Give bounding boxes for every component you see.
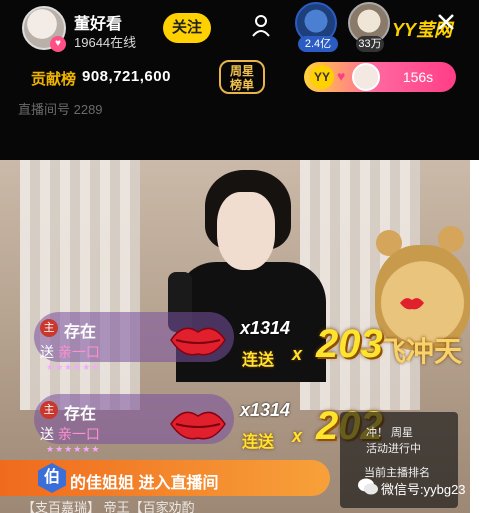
live-room-screen: ♥ 董好看 19644在线 关注 2.4亿 33万 YY莹网 贡献榜 908,7…	[0, 0, 479, 513]
combo-multiplier: x	[292, 426, 303, 446]
gift-item-name: 亲一口	[57, 344, 100, 360]
lips-gift-icon	[170, 327, 226, 356]
pk-opponent-avatar[interactable]	[352, 63, 380, 91]
lips-gift-icon	[170, 411, 226, 440]
contribution-rank-label[interactable]: 贡献榜	[31, 68, 76, 89]
room-id: 直播间号 2289	[18, 102, 103, 117]
host-badge: 主	[40, 401, 58, 419]
weekly-star-sub: 榜单	[229, 78, 254, 92]
weekly-star-label: 周星	[229, 64, 254, 78]
pk-timer: 156s	[402, 69, 434, 85]
gift-give-prefix: 送	[40, 344, 54, 360]
gift-give-prefix: 送	[40, 426, 54, 442]
follow-button[interactable]: 关注	[163, 13, 211, 43]
pk-yy-badge: YY	[310, 65, 334, 89]
streamer-face	[217, 192, 275, 270]
combo-label: 连送	[242, 352, 275, 369]
contribution-rank-value: 908,721,600	[82, 68, 171, 85]
gift-sender-name: 存在	[64, 406, 97, 423]
heart-icon: ♥	[50, 36, 66, 52]
gift-sender-name: 存在	[64, 324, 97, 341]
heart-icon: ♥	[337, 68, 346, 84]
gift-level-stars: ★★★★★★	[46, 362, 101, 372]
lips-icon	[400, 298, 424, 310]
gift-count: x1314	[240, 318, 291, 338]
gift-level-stars: ★★★★★★	[46, 444, 101, 454]
gift-item-name: 亲一口	[57, 426, 100, 442]
fan-count-badge: 33万	[356, 36, 384, 52]
link-mic-icon[interactable]	[247, 12, 275, 40]
host-badge: 主	[40, 319, 58, 337]
gift-description: 送 亲一口	[40, 424, 100, 444]
weekly-star-button[interactable]: 周星 榜单	[219, 60, 265, 94]
bottom-chat-text: 【支百嘉瑞】 帝王【百家劝酌	[22, 500, 195, 513]
enter-room-text: 的佳姐姐 进入直播间	[70, 475, 219, 492]
activity-line: 活动进行中	[366, 443, 421, 455]
gift-count: x1314	[240, 400, 291, 420]
close-icon[interactable]	[436, 12, 456, 32]
combo-label: 连送	[242, 434, 275, 451]
activity-line: 冲！ 周星	[366, 427, 414, 439]
streamer-name: 董好看	[74, 16, 123, 33]
wechat-icon	[358, 478, 378, 495]
fan-count-badge: 2.4亿	[298, 36, 338, 52]
combo-number: 203	[316, 322, 383, 366]
watermark-text: 微信号:yybg23	[381, 482, 466, 497]
online-count: 19644在线	[74, 35, 137, 50]
combo-multiplier: x	[292, 344, 303, 364]
gift-description: 送 亲一口	[40, 342, 100, 362]
